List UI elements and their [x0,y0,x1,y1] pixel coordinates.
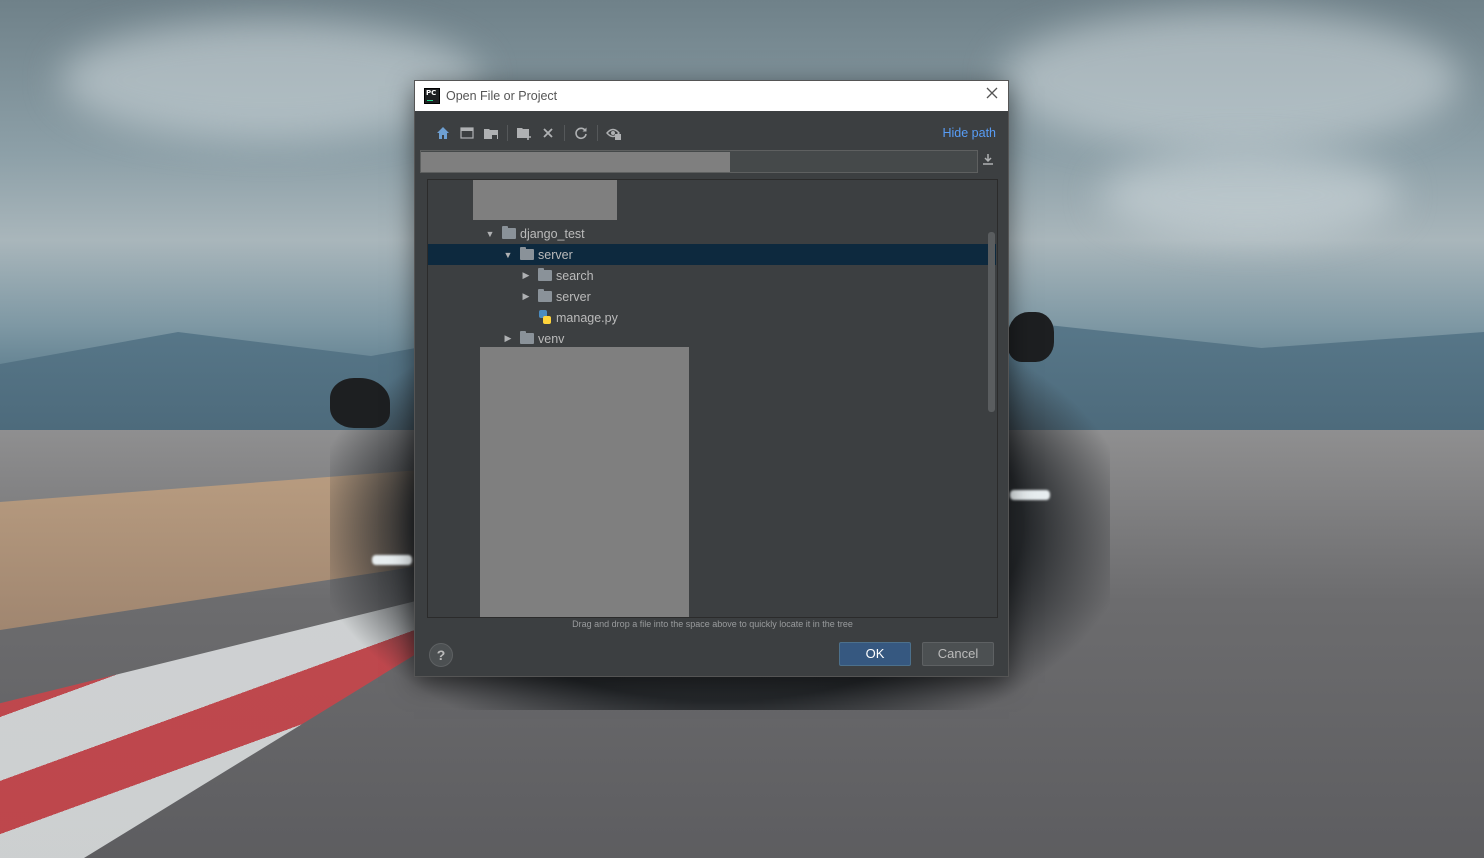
tree-item-label: search [556,268,594,283]
refresh-button[interactable] [569,121,593,145]
tree-item-label: django_test [520,226,585,241]
folder-icon [538,289,552,302]
tree-item-manage-py[interactable]: manage.py [428,307,996,328]
toolbar-separator [564,125,565,141]
redacted-region [480,347,689,617]
toolbar-separator [597,125,598,141]
vertical-scrollbar[interactable] [988,232,995,412]
ok-button[interactable]: OK [839,642,911,666]
new-folder-button[interactable] [512,121,536,145]
redacted-path [421,152,730,172]
folder-icon [538,268,552,281]
pycharm-logo-icon [424,88,440,104]
dialog-title: Open File or Project [446,89,558,103]
home-icon [437,127,449,139]
folder-icon [520,247,534,260]
car-mirror [1008,312,1054,362]
tree-item-label: server [556,289,591,304]
tree-item-search[interactable]: ▶ search [428,265,996,286]
path-field[interactable] [420,150,978,173]
open-file-dialog: Open File or Project Hide path [414,80,1009,677]
cancel-button[interactable]: Cancel [922,642,994,666]
tree-item-server[interactable]: ▼ server [428,244,996,265]
close-button[interactable] [984,87,1000,103]
refresh-icon [575,127,587,140]
expanded-arrow-icon[interactable]: ▼ [484,228,496,240]
toolbar [431,121,626,145]
collapsed-arrow-icon[interactable]: ▶ [502,333,514,345]
desktop-button[interactable] [455,121,479,145]
tree-item-label: server [538,247,573,262]
delete-icon [543,128,553,138]
cloud [1100,150,1400,240]
folder-icon [502,226,516,239]
expanded-arrow-icon[interactable]: ▼ [502,249,514,261]
close-icon [986,87,998,99]
home-button[interactable] [431,121,455,145]
show-hidden-files-button[interactable] [602,121,626,145]
file-tree[interactable]: ▼ django_test ▼ server ▶ search ▶ server… [427,179,998,618]
new-folder-icon [517,128,531,140]
project-directory-button[interactable] [479,121,503,145]
download-button[interactable] [979,153,997,171]
tree-item-server-inner[interactable]: ▶ server [428,286,996,307]
collapsed-arrow-icon[interactable]: ▶ [520,291,532,303]
tree-item-label: manage.py [556,310,618,325]
dialog-titlebar[interactable]: Open File or Project [415,81,1008,111]
car-mirror [330,378,390,428]
folder-icon [520,331,534,344]
python-file-icon [538,310,552,325]
drag-drop-hint: Drag and drop a file into the space abov… [572,619,853,629]
show-hidden-icon [606,128,621,140]
tree-item-label: venv [538,331,565,346]
cloud [1000,10,1460,150]
car-headlight [372,555,412,565]
car-headlight [1010,490,1050,500]
redacted-region [473,180,617,220]
download-icon [983,154,993,165]
delete-button[interactable] [536,121,560,145]
tree-item-venv[interactable]: ▶ venv [428,328,996,349]
tree-item-django-test[interactable]: ▼ django_test [428,223,996,244]
collapsed-arrow-icon[interactable]: ▶ [520,270,532,282]
desktop-icon [460,127,474,139]
help-button[interactable]: ? [429,643,453,667]
project-folder-icon [484,128,498,139]
hide-path-link[interactable]: Hide path [942,126,996,140]
toolbar-separator [507,125,508,141]
